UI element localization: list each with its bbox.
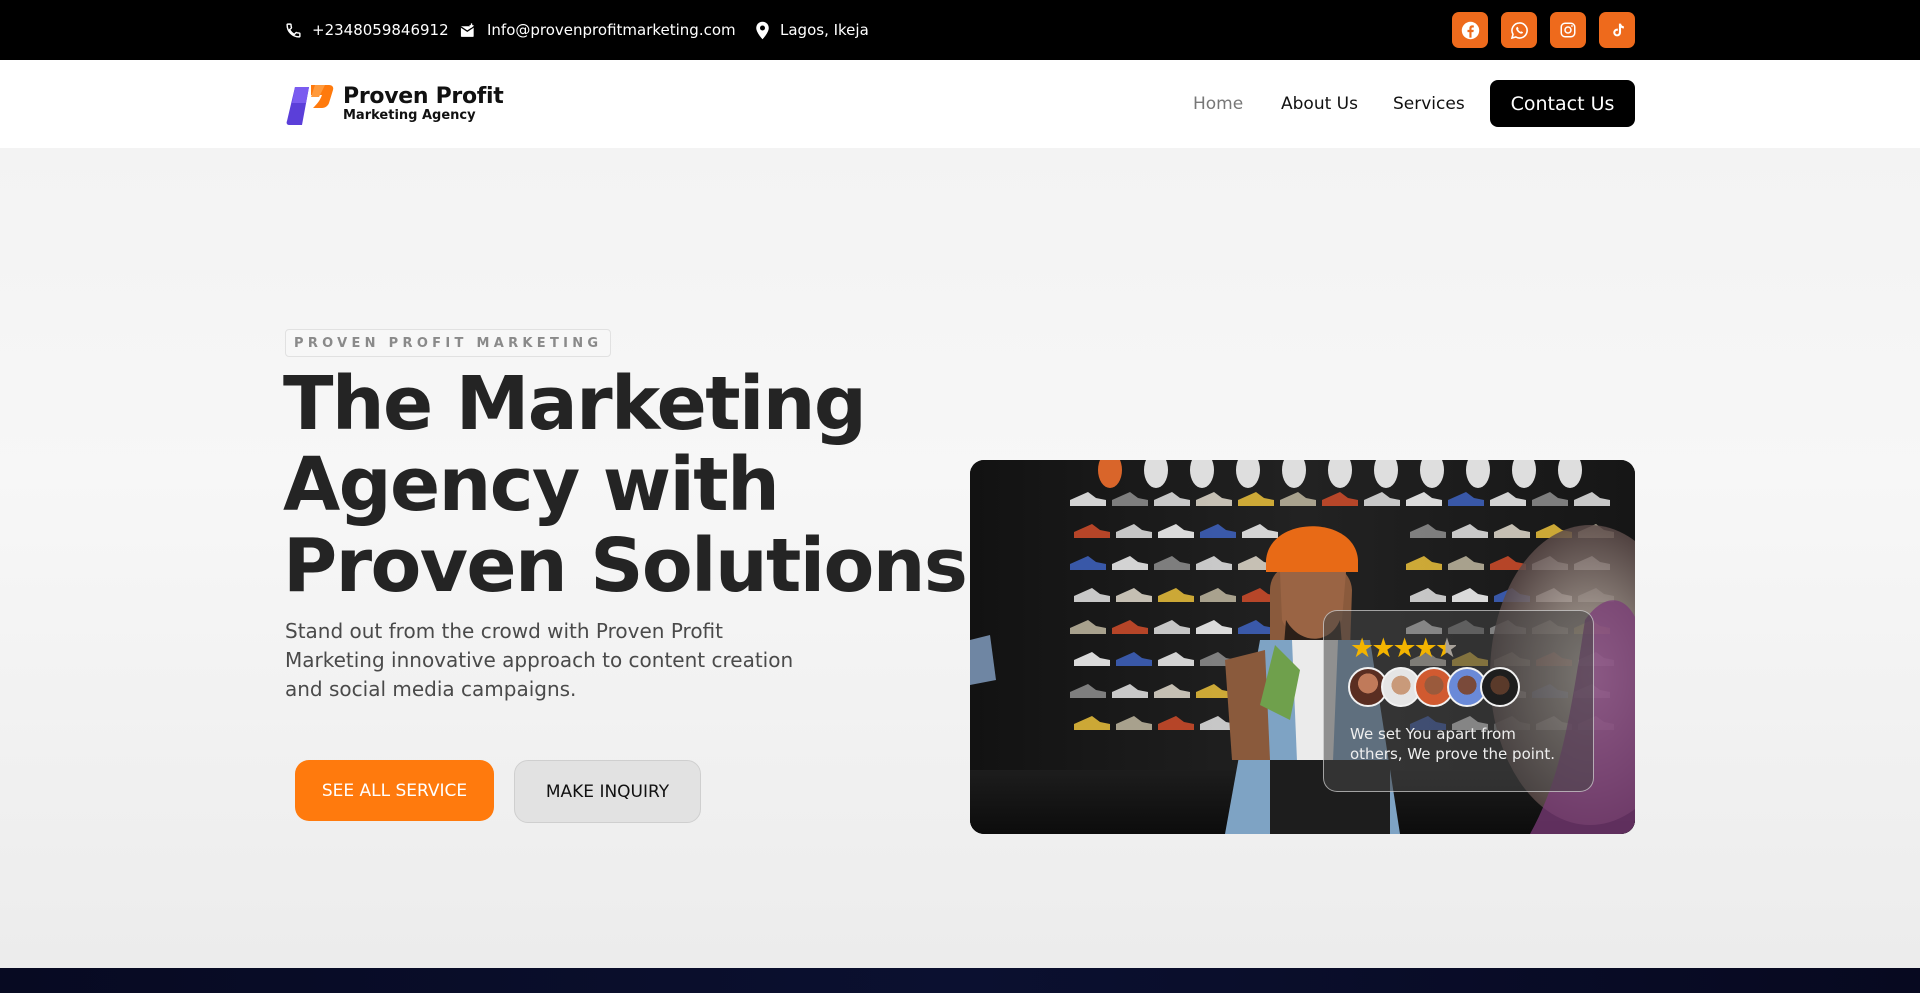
next-section-edge	[0, 968, 1920, 993]
star-icon: ★	[1350, 633, 1374, 664]
avatar	[1480, 667, 1520, 707]
instagram-icon	[1560, 22, 1576, 38]
headline-line-3: Proven Solutions	[283, 523, 968, 609]
tiktok-icon	[1612, 23, 1624, 37]
nav-home[interactable]: Home	[1193, 60, 1243, 148]
review-text: We set You apart from others, We prove t…	[1350, 725, 1556, 763]
tiktok-link[interactable]	[1599, 12, 1635, 48]
logo-line-2: Marketing Agency	[343, 108, 476, 123]
logo-line-1: Proven Profit	[343, 84, 504, 109]
email-address: Info@provenprofitmarketing.com	[487, 21, 736, 39]
brand-logo-icon	[286, 85, 334, 125]
star-icon: ★	[1413, 633, 1438, 664]
facebook-icon	[1461, 21, 1479, 39]
facebook-link[interactable]	[1452, 12, 1488, 48]
location-pin-icon	[756, 21, 769, 39]
see-all-service-button[interactable]: SEE ALL SERVICE	[295, 760, 494, 821]
whatsapp-link[interactable]	[1501, 12, 1537, 48]
mail-icon	[460, 22, 475, 37]
rating-stars: ★★★★★	[1350, 633, 1459, 664]
nav-services[interactable]: Services	[1393, 60, 1465, 148]
top-contact-bar: +2348059846912 Info@provenprofitmarketin…	[0, 0, 1920, 60]
headline-line-1: The Marketing	[283, 361, 867, 447]
email-contact[interactable]: Info@provenprofitmarketing.com	[459, 0, 736, 60]
location-text: Lagos, Ikeja	[780, 21, 869, 39]
main-header: Proven Profit Marketing Agency Home Abou…	[0, 60, 1920, 148]
location-contact: Lagos, Ikeja	[755, 0, 869, 60]
whatsapp-icon	[1510, 21, 1528, 39]
hero-headline: The Marketing Agency with Proven Solutio…	[283, 361, 968, 609]
hero-subtext: Stand out from the crowd with Proven Pro…	[285, 619, 794, 701]
instagram-link[interactable]	[1550, 12, 1586, 48]
phone-number: +2348059846912	[312, 21, 449, 39]
customer-avatars	[1348, 667, 1520, 707]
hero-eyebrow-badge: PROVEN PROFIT MARKETING	[285, 329, 612, 357]
nav-about-us[interactable]: About Us	[1281, 60, 1358, 148]
brand-logo[interactable]: Proven Profit Marketing Agency	[285, 81, 504, 127]
headline-line-2: Agency with	[283, 442, 780, 528]
star-icon: ★	[1371, 633, 1395, 664]
make-inquiry-button[interactable]: MAKE INQUIRY	[514, 760, 701, 823]
star-icon: ★	[1392, 633, 1416, 664]
phone-contact[interactable]: +2348059846912	[285, 0, 449, 60]
phone-icon	[286, 22, 301, 38]
half-star-icon: ★	[1434, 633, 1459, 664]
contact-us-button[interactable]: Contact Us	[1490, 80, 1635, 127]
review-card: ★★★★★ We set You apart from others, We p…	[1323, 610, 1594, 792]
